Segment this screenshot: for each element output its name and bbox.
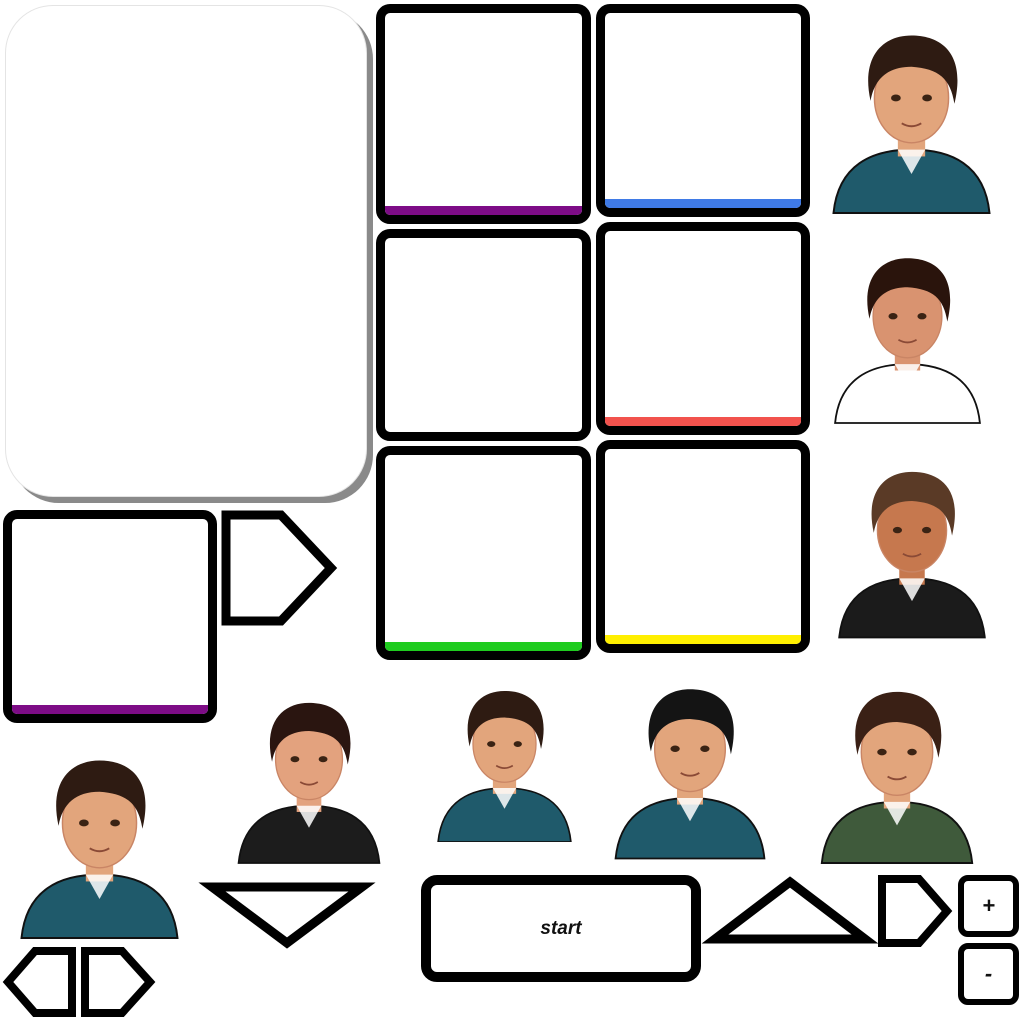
arrow-left-icon xyxy=(2,947,76,1017)
portrait-winking-boy[interactable] xyxy=(821,441,1003,652)
plus-button[interactable]: + xyxy=(958,875,1019,937)
next-button[interactable] xyxy=(80,946,156,1018)
start-button[interactable]: start xyxy=(421,875,701,982)
minus-label: - xyxy=(984,961,993,986)
triangle-down-icon xyxy=(198,882,376,949)
portrait-green-sweater-boy[interactable] xyxy=(803,668,991,870)
slot-green[interactable] xyxy=(376,446,591,660)
black-haired-boy-art xyxy=(614,689,766,860)
slot-empty-mid[interactable] xyxy=(376,229,591,441)
down-button[interactable] xyxy=(198,881,376,949)
dialogue-panel xyxy=(5,5,367,497)
slot-color-bar xyxy=(605,417,801,426)
boy-gold-chain-art xyxy=(237,702,381,864)
slot-red[interactable] xyxy=(596,222,810,435)
curly-boy-pointing-art xyxy=(832,35,991,214)
arrow-right-icon xyxy=(221,510,338,626)
triangle-up-icon xyxy=(701,876,879,944)
slot-purple-selected[interactable] xyxy=(3,510,217,723)
portrait-curly-boy-pointing-large[interactable] xyxy=(2,740,197,941)
green-sweater-boy-art xyxy=(820,691,974,864)
long-haired-girl-art xyxy=(834,258,981,424)
curly-boy-pointing-art xyxy=(20,760,179,939)
slot-color-bar xyxy=(605,199,801,208)
slot-color-bar xyxy=(12,705,208,714)
slot-color-bar xyxy=(385,206,582,215)
arrow-right-icon xyxy=(878,875,953,947)
up-button[interactable] xyxy=(701,876,879,944)
slot-yellow[interactable] xyxy=(596,440,810,653)
minus-button[interactable]: - xyxy=(958,943,1019,1005)
slot-purple-top[interactable] xyxy=(376,4,591,224)
small-next-button[interactable] xyxy=(877,874,953,948)
plus-label: + xyxy=(982,893,995,918)
next-arrow-button[interactable] xyxy=(221,510,338,626)
portrait-long-haired-girl[interactable] xyxy=(817,231,998,434)
curly-boy-pointing-art xyxy=(437,690,572,842)
slot-color-bar xyxy=(605,635,801,644)
portrait-black-haired-boy[interactable] xyxy=(597,662,783,869)
start-label: start xyxy=(540,917,582,939)
prev-button[interactable] xyxy=(2,946,77,1018)
winking-boy-art xyxy=(838,471,986,639)
slot-color-bar xyxy=(385,642,582,651)
portrait-curly-boy-pointing[interactable] xyxy=(814,15,1009,216)
portrait-curly-boy-pointing-small[interactable] xyxy=(420,676,589,842)
slot-blue[interactable] xyxy=(596,4,810,217)
portrait-boy-gold-chain[interactable] xyxy=(221,673,397,877)
arrow-right-icon xyxy=(81,947,156,1017)
